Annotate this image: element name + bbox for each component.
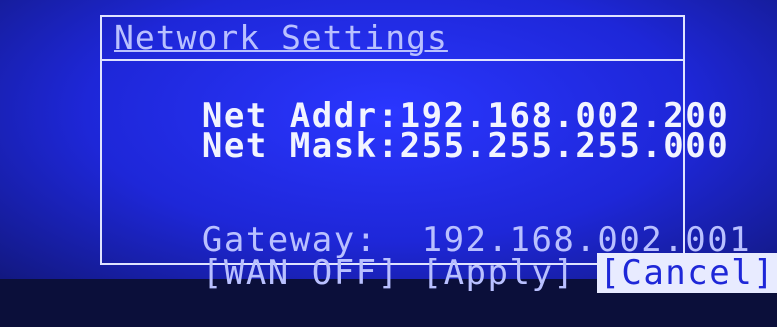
- net-mask-label: Net Mask:: [201, 126, 400, 166]
- wan-off-button[interactable]: [WAN OFF]: [202, 253, 400, 293]
- apply-button[interactable]: [Apply]: [422, 253, 576, 293]
- lcd-screen: Network Settings Net Addr:192.168.002.20…: [100, 15, 777, 293]
- net-mask-value[interactable]: 255.255.255.000: [400, 126, 730, 166]
- button-row: [WAN OFF] [Apply] [Cancel]: [114, 222, 777, 324]
- title-bar: Network Settings: [102, 17, 683, 61]
- cancel-button[interactable]: [Cancel]: [597, 253, 777, 293]
- page-title: Network Settings: [114, 18, 448, 57]
- net-mask-row: Net Mask:255.255.255.000: [114, 95, 729, 197]
